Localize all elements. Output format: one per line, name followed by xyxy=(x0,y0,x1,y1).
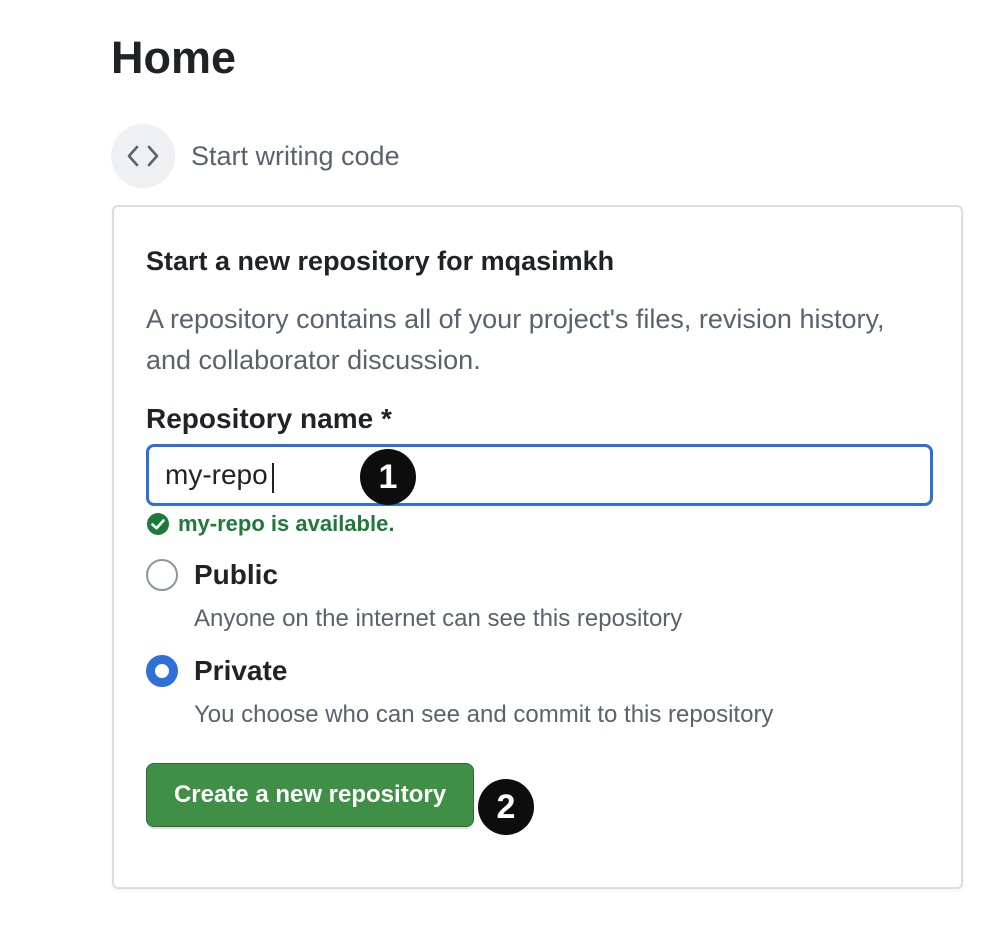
public-label[interactable]: Public xyxy=(194,559,278,591)
check-circle-icon xyxy=(147,513,169,535)
public-radio[interactable] xyxy=(146,559,178,591)
start-writing-code-header: Start writing code xyxy=(111,124,400,188)
public-description: Anyone on the internet can see this repo… xyxy=(194,605,683,632)
repository-name-label: Repository name * xyxy=(146,403,392,434)
availability-message: my-repo is available. xyxy=(146,511,394,537)
availability-text: my-repo is available. xyxy=(178,511,395,536)
private-radio[interactable] xyxy=(146,655,178,687)
code-icon xyxy=(111,124,175,188)
repository-name-input[interactable] xyxy=(146,444,933,506)
section-label: Start writing code xyxy=(191,140,400,171)
page-title: Home xyxy=(111,32,237,83)
text-caret xyxy=(272,463,274,493)
card-title: Start a new repository for mqasimkh xyxy=(146,246,615,276)
step-marker-2: 2 xyxy=(478,779,534,835)
private-description: You choose who can see and commit to thi… xyxy=(194,701,774,728)
visibility-option-private[interactable]: Private xyxy=(146,655,287,687)
new-repository-card: Start a new repository for mqasimkh A re… xyxy=(112,205,963,889)
card-description: A repository contains all of your projec… xyxy=(146,304,885,375)
step-marker-1: 1 xyxy=(360,449,416,505)
visibility-option-public[interactable]: Public xyxy=(146,559,278,591)
private-label[interactable]: Private xyxy=(194,655,287,687)
create-repository-button[interactable]: Create a new repository xyxy=(146,763,474,827)
